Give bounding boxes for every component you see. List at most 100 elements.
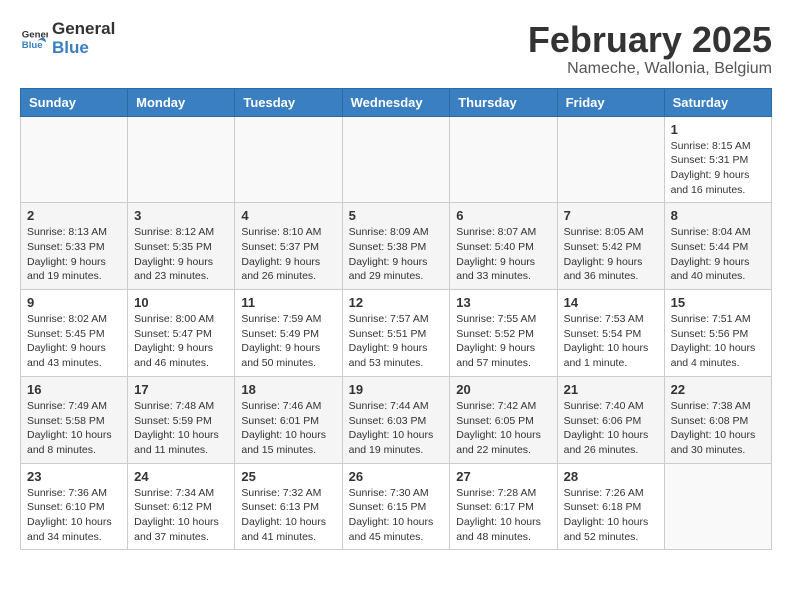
day-info: Sunrise: 7:30 AMSunset: 6:15 PMDaylight:… [349,486,444,545]
calendar-cell: 1 Sunrise: 8:15 AMSunset: 5:31 PMDaylight… [664,116,771,203]
day-number: 26 [349,469,444,484]
day-info: Sunrise: 8:00 AMSunset: 5:47 PMDaylight:… [134,312,228,371]
calendar-cell: 4 Sunrise: 8:10 AMSunset: 5:37 PMDaylight… [235,203,342,290]
day-info: Sunrise: 7:51 AMSunset: 5:56 PMDaylight:… [671,312,765,371]
day-info: Sunrise: 7:46 AMSunset: 6:01 PMDaylight:… [241,399,335,458]
day-number: 7 [564,208,658,223]
day-info: Sunrise: 7:59 AMSunset: 5:49 PMDaylight:… [241,312,335,371]
calendar-week-5: 23 Sunrise: 7:36 AMSunset: 6:10 PMDayligh… [21,463,772,550]
calendar-cell [557,116,664,203]
day-number: 23 [27,469,121,484]
day-info: Sunrise: 7:53 AMSunset: 5:54 PMDaylight:… [564,312,658,371]
day-number: 21 [564,382,658,397]
calendar-cell: 23 Sunrise: 7:36 AMSunset: 6:10 PMDayligh… [21,463,128,550]
calendar-header-sunday: Sunday [21,88,128,116]
day-info: Sunrise: 7:55 AMSunset: 5:52 PMDaylight:… [456,312,550,371]
calendar-cell: 25 Sunrise: 7:32 AMSunset: 6:13 PMDayligh… [235,463,342,550]
day-number: 14 [564,295,658,310]
calendar-header-saturday: Saturday [664,88,771,116]
calendar-week-3: 9 Sunrise: 8:02 AMSunset: 5:45 PMDaylight… [21,290,772,377]
day-info: Sunrise: 7:49 AMSunset: 5:58 PMDaylight:… [27,399,121,458]
day-info: Sunrise: 8:12 AMSunset: 5:35 PMDaylight:… [134,225,228,284]
day-info: Sunrise: 8:07 AMSunset: 5:40 PMDaylight:… [456,225,550,284]
calendar-cell [450,116,557,203]
day-number: 3 [134,208,228,223]
calendar-cell: 18Sunrise: 7:46 AMSunset: 6:01 PMDayligh… [235,376,342,463]
calendar-cell: 28Sunrise: 7:26 AMSunset: 6:18 PMDayligh… [557,463,664,550]
day-number: 9 [27,295,121,310]
calendar-cell: 19 Sunrise: 7:44 AMSunset: 6:03 PMDayligh… [342,376,450,463]
day-info: Sunrise: 8:05 AMSunset: 5:42 PMDaylight:… [564,225,658,284]
day-number: 19 [349,382,444,397]
location-title: Nameche, Wallonia, Belgium [528,60,772,78]
calendar-cell: 12 Sunrise: 7:57 AMSunset: 5:51 PMDayligh… [342,290,450,377]
day-number: 1 [671,122,765,137]
day-number: 25 [241,469,335,484]
title-block: February 2025 Nameche, Wallonia, Belgium [528,20,772,78]
calendar-cell: 10 Sunrise: 8:00 AMSunset: 5:47 PMDayligh… [128,290,235,377]
calendar-cell: 27Sunrise: 7:28 AMSunset: 6:17 PMDayligh… [450,463,557,550]
calendar-cell: 3 Sunrise: 8:12 AMSunset: 5:35 PMDaylight… [128,203,235,290]
calendar-cell: 21 Sunrise: 7:40 AMSunset: 6:06 PMDayligh… [557,376,664,463]
calendar-cell: 24 Sunrise: 7:34 AMSunset: 6:12 PMDayligh… [128,463,235,550]
calendar-header-wednesday: Wednesday [342,88,450,116]
day-number: 15 [671,295,765,310]
logo-blue-text: Blue [52,39,115,58]
day-number: 10 [134,295,228,310]
day-info: Sunrise: 7:44 AMSunset: 6:03 PMDaylight:… [349,399,444,458]
day-number: 24 [134,469,228,484]
day-number: 4 [241,208,335,223]
day-info: Sunrise: 8:15 AMSunset: 5:31 PMDaylight:… [671,139,765,198]
calendar-cell [21,116,128,203]
calendar-table: SundayMondayTuesdayWednesdayThursdayFrid… [20,88,772,551]
day-info: Sunrise: 7:57 AMSunset: 5:51 PMDaylight:… [349,312,444,371]
day-info: Sunrise: 7:42 AMSunset: 6:05 PMDaylight:… [456,399,550,458]
calendar-cell: 13Sunrise: 7:55 AMSunset: 5:52 PMDayligh… [450,290,557,377]
calendar-header-tuesday: Tuesday [235,88,342,116]
calendar-cell [342,116,450,203]
svg-text:Blue: Blue [22,39,43,50]
day-info: Sunrise: 8:04 AMSunset: 5:44 PMDaylight:… [671,225,765,284]
day-number: 16 [27,382,121,397]
calendar-cell: 26 Sunrise: 7:30 AMSunset: 6:15 PMDayligh… [342,463,450,550]
calendar-cell: 2Sunrise: 8:13 AMSunset: 5:33 PMDaylight… [21,203,128,290]
day-info: Sunrise: 8:02 AMSunset: 5:45 PMDaylight:… [27,312,121,371]
calendar-cell: 6Sunrise: 8:07 AMSunset: 5:40 PMDaylight… [450,203,557,290]
day-number: 28 [564,469,658,484]
calendar-cell: 14 Sunrise: 7:53 AMSunset: 5:54 PMDayligh… [557,290,664,377]
day-number: 12 [349,295,444,310]
calendar-cell: 15 Sunrise: 7:51 AMSunset: 5:56 PMDayligh… [664,290,771,377]
day-number: 22 [671,382,765,397]
day-info: Sunrise: 7:34 AMSunset: 6:12 PMDaylight:… [134,486,228,545]
logo: General Blue General Blue [20,20,115,57]
calendar-cell: 8 Sunrise: 8:04 AMSunset: 5:44 PMDaylight… [664,203,771,290]
calendar-week-2: 2Sunrise: 8:13 AMSunset: 5:33 PMDaylight… [21,203,772,290]
calendar-header-friday: Friday [557,88,664,116]
day-info: Sunrise: 7:40 AMSunset: 6:06 PMDaylight:… [564,399,658,458]
day-number: 11 [241,295,335,310]
calendar-week-1: 1 Sunrise: 8:15 AMSunset: 5:31 PMDaylight… [21,116,772,203]
calendar-cell: 11 Sunrise: 7:59 AMSunset: 5:49 PMDayligh… [235,290,342,377]
day-info: Sunrise: 7:32 AMSunset: 6:13 PMDaylight:… [241,486,335,545]
calendar-cell: 9 Sunrise: 8:02 AMSunset: 5:45 PMDaylight… [21,290,128,377]
day-number: 8 [671,208,765,223]
logo-general-text: General [52,20,115,39]
calendar-header-row: SundayMondayTuesdayWednesdayThursdayFrid… [21,88,772,116]
day-number: 17 [134,382,228,397]
calendar-cell [235,116,342,203]
month-title: February 2025 [528,20,772,60]
calendar-cell: 22 Sunrise: 7:38 AMSunset: 6:08 PMDayligh… [664,376,771,463]
day-number: 2 [27,208,121,223]
day-number: 20 [456,382,550,397]
day-number: 27 [456,469,550,484]
day-info: Sunrise: 7:38 AMSunset: 6:08 PMDaylight:… [671,399,765,458]
day-info: Sunrise: 8:09 AMSunset: 5:38 PMDaylight:… [349,225,444,284]
calendar-cell: 5Sunrise: 8:09 AMSunset: 5:38 PMDaylight… [342,203,450,290]
day-info: Sunrise: 7:36 AMSunset: 6:10 PMDaylight:… [27,486,121,545]
day-info: Sunrise: 8:10 AMSunset: 5:37 PMDaylight:… [241,225,335,284]
calendar-week-4: 16 Sunrise: 7:49 AMSunset: 5:58 PMDayligh… [21,376,772,463]
calendar-cell: 7 Sunrise: 8:05 AMSunset: 5:42 PMDaylight… [557,203,664,290]
logo-icon: General Blue [20,25,48,53]
day-info: Sunrise: 7:48 AMSunset: 5:59 PMDaylight:… [134,399,228,458]
calendar-header-monday: Monday [128,88,235,116]
